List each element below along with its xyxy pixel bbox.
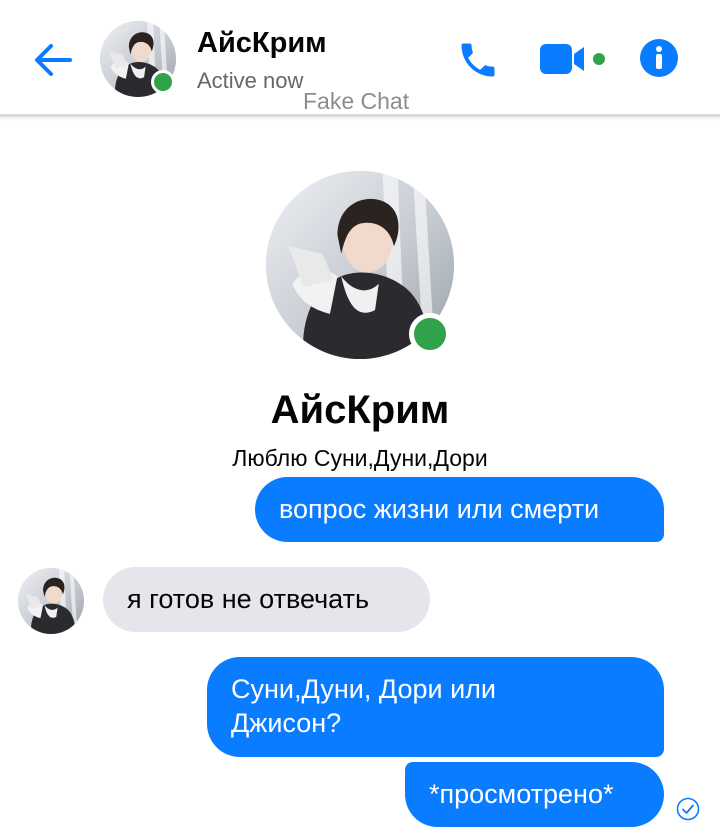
delivered-check-icon bbox=[676, 797, 700, 821]
online-indicator-large bbox=[409, 313, 451, 355]
sender-avatar[interactable] bbox=[18, 568, 84, 634]
online-indicator bbox=[151, 70, 175, 94]
video-call-icon[interactable] bbox=[539, 41, 609, 77]
message-outgoing[interactable]: вопрос жизни или смерти bbox=[255, 477, 664, 542]
message-outgoing[interactable]: *просмотрено* bbox=[405, 762, 664, 827]
phone-icon[interactable] bbox=[456, 38, 500, 82]
info-icon[interactable] bbox=[639, 38, 679, 78]
sender-photo bbox=[18, 568, 84, 634]
watermark: Fake Chat bbox=[303, 88, 410, 114]
message-outgoing-multiline[interactable]: Суни,Дуни, Дори или Джисон? bbox=[207, 657, 664, 757]
message-line: Суни,Дуни, Дори или bbox=[231, 674, 496, 704]
chat-header: АйсКрим Active now Fake Chat bbox=[0, 0, 720, 117]
contact-name[interactable]: АйсКрим bbox=[197, 27, 327, 60]
message-incoming[interactable]: я готов не отвечать bbox=[103, 567, 430, 632]
profile-bio: Люблю Суни,Дуни,Дори bbox=[232, 445, 488, 471]
message-line: Джисон? bbox=[231, 708, 342, 738]
active-status: Active now bbox=[197, 68, 304, 93]
back-arrow-icon[interactable] bbox=[30, 37, 76, 83]
profile-name: АйсКрим bbox=[270, 388, 450, 432]
